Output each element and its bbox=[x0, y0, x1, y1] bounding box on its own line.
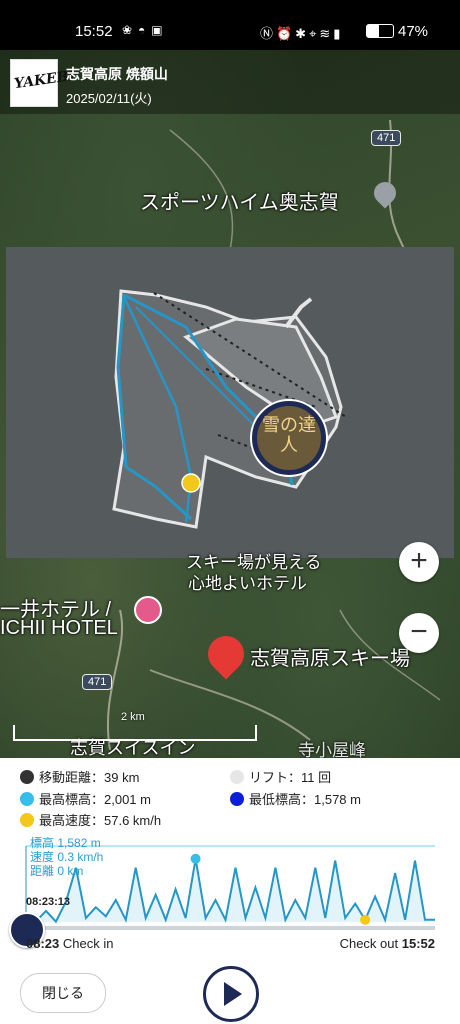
system-icons: Ⓝ⏰✱⌖≋▮ bbox=[260, 26, 344, 41]
hotel-marker-icon[interactable] bbox=[134, 596, 162, 624]
lifts-dot-icon bbox=[230, 770, 244, 784]
resort-logo: YAKEBI bbox=[10, 59, 76, 107]
stat-min-elevation: 最低標高：1,578 m bbox=[230, 789, 361, 808]
scale-bar: 2 km bbox=[13, 711, 257, 741]
play-icon bbox=[224, 982, 242, 1006]
status-time: 15:52 bbox=[75, 23, 113, 40]
readout-speed: 速度 0.3 km/h bbox=[30, 850, 104, 864]
stat-max-elevation: 最高標高：2,001 m bbox=[20, 789, 151, 808]
readout-distance: 距離 0 km bbox=[30, 864, 84, 878]
achievement-badge[interactable]: 雪の達人 bbox=[250, 399, 328, 477]
map-label-partial: 寺小屋峰 bbox=[298, 741, 366, 758]
notification-icons: ❀◓▣ bbox=[122, 23, 169, 37]
map-label-hotel-view2: 心地よいホテル bbox=[188, 574, 307, 593]
battery-icon bbox=[366, 24, 394, 38]
timeline-track[interactable] bbox=[26, 926, 435, 930]
track-overlay: 雪の達人 bbox=[6, 247, 454, 558]
stat-lifts: リフト：11 回 bbox=[230, 767, 331, 786]
session-date: 2025/02/11(火) bbox=[66, 91, 152, 106]
max-speed-marker bbox=[181, 473, 201, 493]
min-elevation-dot-icon bbox=[230, 792, 244, 806]
map-label-ichii-en: ICHII HOTEL bbox=[0, 617, 118, 639]
zoom-in-button[interactable]: + bbox=[399, 542, 439, 582]
cursor-time: 08:23:13 bbox=[26, 896, 71, 908]
zoom-out-button[interactable]: − bbox=[399, 613, 439, 653]
checkin-label: 08:23 Check in bbox=[26, 936, 114, 951]
map-label-shiga-ski: 志賀高原スキー場 bbox=[250, 648, 410, 670]
max-speed-marker bbox=[360, 914, 371, 925]
stat-max-speed: 最高速度：57.6 km/h bbox=[20, 810, 161, 829]
chart-readout: 標高 1,582 m 速度 0.3 km/h 距離 0 km bbox=[30, 836, 103, 878]
map-label-sports-heim: スポーツハイム奥志賀 bbox=[140, 192, 339, 214]
max-elevation-dot-icon bbox=[20, 792, 34, 806]
status-bar: 15:52 ❀◓▣ Ⓝ⏰✱⌖≋▮ 47% bbox=[0, 0, 460, 50]
max-speed-dot-icon bbox=[20, 813, 34, 827]
map-view[interactable]: YAKEBI 志賀高原 焼額山 2025/02/11(火) 471 スポーツハイ… bbox=[0, 50, 460, 758]
close-button[interactable]: 閉じる bbox=[20, 973, 106, 1013]
ski-track-map bbox=[112, 289, 347, 529]
max-elevation-marker bbox=[190, 853, 201, 864]
stat-distance: 移動距離：39 km bbox=[20, 767, 139, 786]
stats-panel: 移動距離：39 km リフト：11 回 最高標高：2,001 m 最低標高：1,… bbox=[0, 758, 460, 838]
distance-dot-icon bbox=[20, 770, 34, 784]
play-button[interactable] bbox=[203, 966, 259, 1022]
checkout-label: Check out 15:52 bbox=[339, 936, 435, 951]
road-shield: 471 bbox=[82, 674, 113, 690]
map-header: YAKEBI 志賀高原 焼額山 2025/02/11(火) bbox=[0, 50, 460, 114]
battery-percent: 47% bbox=[398, 23, 429, 40]
readout-elevation: 標高 1,582 m bbox=[30, 836, 101, 850]
resort-name: 志賀高原 焼額山 bbox=[66, 66, 168, 82]
road-shield: 471 bbox=[371, 130, 402, 146]
